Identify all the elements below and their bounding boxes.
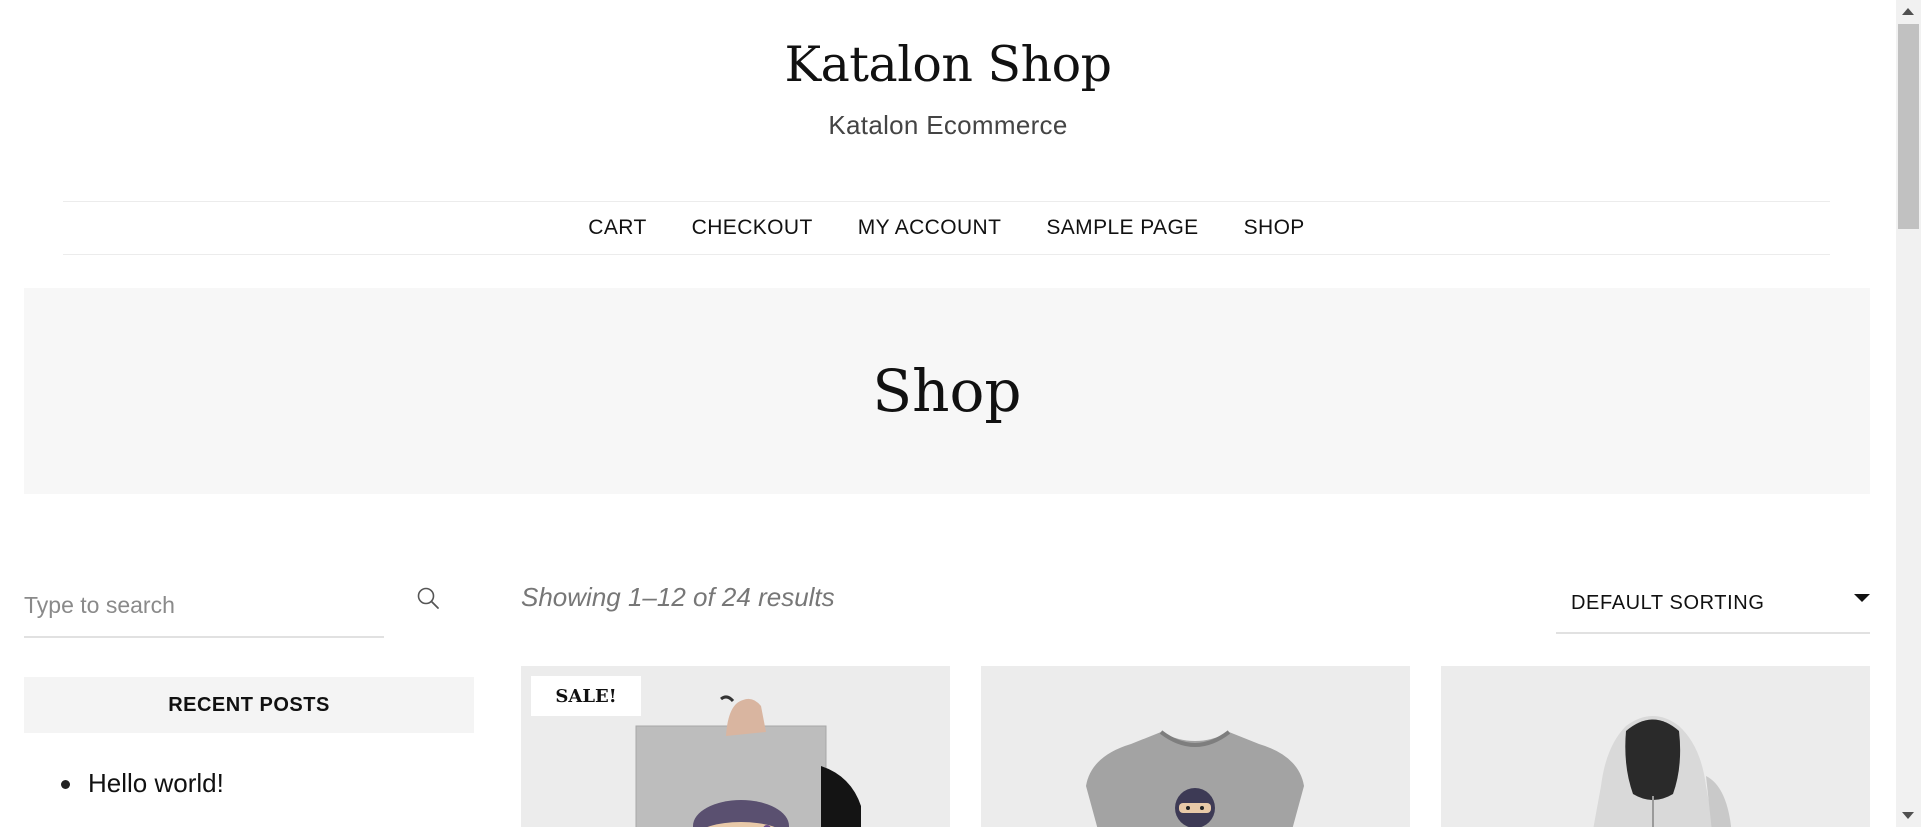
hoodie-product-image: [1593, 716, 1731, 827]
search-icon: [417, 587, 439, 609]
site-title[interactable]: Katalon Shop: [0, 36, 1896, 93]
main-nav: CART CHECKOUT MY ACCOUNT SAMPLE PAGE SHO…: [63, 201, 1830, 255]
recent-posts-title: RECENT POSTS: [24, 677, 474, 733]
tshirt-product-image: [1086, 730, 1304, 827]
recent-post-link[interactable]: Hello world!: [88, 768, 224, 798]
sorting-selected-value: DEFAULT SORTING: [1571, 591, 1765, 614]
list-item: Hello world!: [24, 768, 224, 808]
recent-posts-list: Hello world!: [24, 768, 224, 808]
nav-item-my-account[interactable]: MY ACCOUNT: [858, 216, 1002, 240]
vertical-scrollbar[interactable]: [1896, 0, 1921, 827]
page-banner: Shop: [24, 288, 1870, 494]
search-form: [24, 574, 384, 638]
nav-item-shop[interactable]: SHOP: [1244, 216, 1305, 240]
nav-item-sample-page[interactable]: SAMPLE PAGE: [1046, 216, 1198, 240]
nav-item-checkout[interactable]: CHECKOUT: [692, 216, 813, 240]
search-button[interactable]: [414, 584, 444, 614]
result-count: Showing 1–12 of 24 results: [521, 582, 835, 612]
site-tagline: Katalon Ecommerce: [828, 110, 1068, 140]
scroll-down-arrow-icon[interactable]: [1902, 812, 1914, 819]
page-title: Shop: [872, 357, 1022, 425]
product-card[interactable]: SALE!: [521, 666, 950, 827]
sale-badge: SALE!: [531, 676, 641, 716]
scroll-thumb[interactable]: [1898, 24, 1919, 229]
scroll-up-arrow-icon[interactable]: [1902, 8, 1914, 15]
sorting-select[interactable]: DEFAULT SORTING: [1556, 574, 1870, 634]
product-card[interactable]: [981, 666, 1410, 827]
product-card[interactable]: [1441, 666, 1870, 827]
chevron-down-icon: [1854, 594, 1870, 602]
page: Katalon Shop Katalon Ecommerce CART CHEC…: [0, 0, 1896, 827]
nav-item-cart[interactable]: CART: [588, 216, 646, 240]
search-input[interactable]: [24, 591, 324, 619]
